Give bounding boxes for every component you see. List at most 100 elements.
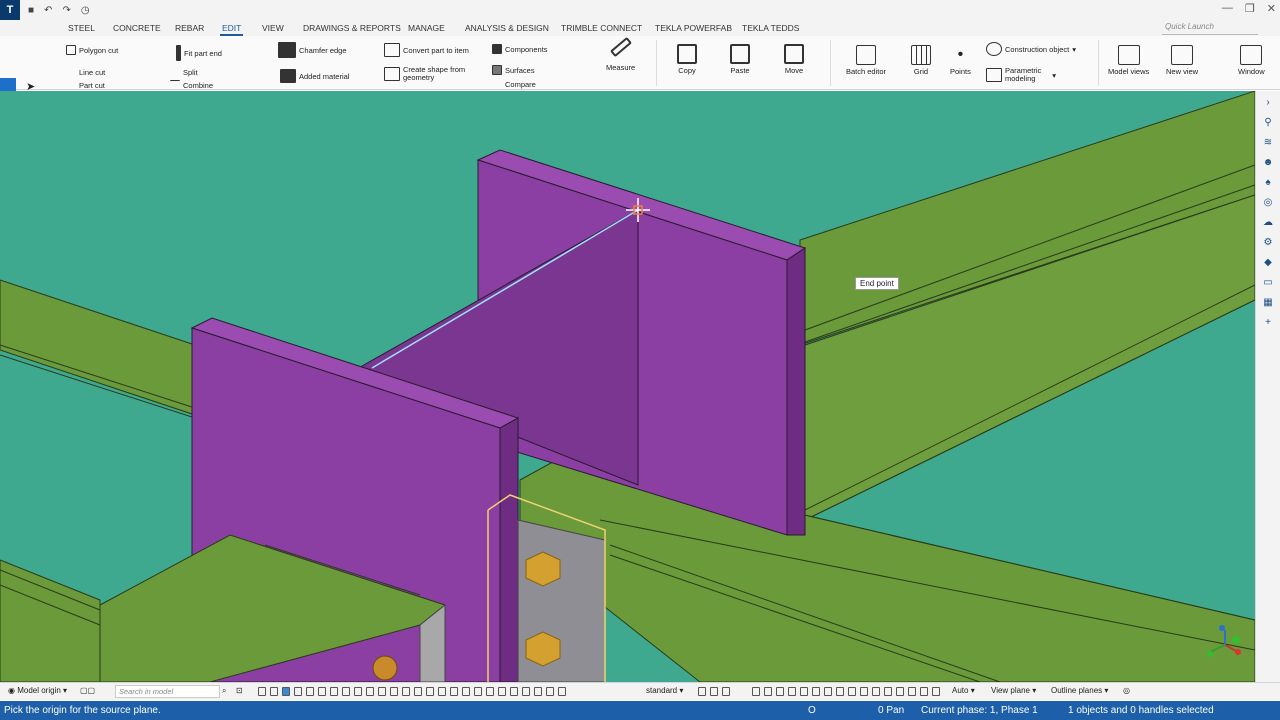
combine-icon (170, 80, 180, 90)
bottom-toolbar: ◉ Model origin ▾ ▢▢ Search in model ⌕ ⊡ … (0, 682, 1280, 700)
part-cut-button[interactable]: Part cut (66, 80, 105, 90)
tekla-logo-icon: T (0, 0, 20, 20)
undo-icon[interactable]: ↶ (44, 5, 52, 16)
create-shape-icon (384, 67, 400, 81)
link-icon[interactable]: ⚲ (1262, 117, 1274, 129)
globe-icon[interactable]: ◎ (1262, 197, 1274, 209)
model-viewport[interactable]: End point (0, 91, 1255, 682)
fit-part-end-icon (176, 45, 181, 61)
construction-object-button[interactable]: Construction object ▾ (986, 42, 1076, 56)
copy-button[interactable]: Copy (677, 44, 697, 75)
window-button[interactable]: Window (1238, 45, 1265, 76)
status-bar: Pick the origin for the source plane. O … (0, 701, 1280, 720)
quick-launch-input[interactable]: Quick Launch (1162, 22, 1258, 35)
status-o-indicator: O (808, 705, 816, 716)
tab-concrete[interactable]: CONCRETE (113, 23, 161, 33)
tab-tekla-powerfab[interactable]: TEKLA POWERFAB (655, 23, 732, 33)
minimize-icon[interactable]: — (1222, 2, 1233, 15)
convert-part-icon (384, 43, 400, 57)
surfaces-icon (492, 65, 502, 75)
view-plane-dropdown[interactable]: View plane ▾ (991, 686, 1036, 695)
surfaces-button[interactable]: Surfaces (492, 65, 535, 75)
grid-panel-icon[interactable]: ▦ (1262, 297, 1274, 309)
users-icon[interactable]: ☻ (1262, 157, 1274, 169)
tab-drawings-reports[interactable]: DRAWINGS & REPORTS (303, 23, 401, 33)
grid-button[interactable]: Grid (911, 45, 931, 76)
tab-edit[interactable]: EDIT (219, 23, 244, 36)
model-views-button[interactable]: Model views (1108, 45, 1149, 76)
tab-trimble-connect[interactable]: TRIMBLE CONNECT (561, 23, 642, 33)
polygon-cut-button[interactable]: Polygon cut (66, 45, 118, 55)
tab-analysis-design[interactable]: ANALYSIS & DESIGN (465, 23, 549, 33)
combine-button[interactable]: Combine (170, 80, 213, 90)
convert-part-button[interactable]: Convert part to item (384, 43, 469, 57)
measure-button[interactable]: Measure (606, 36, 635, 72)
tab-tekla-tedds[interactable]: TEKLA TEDDS (742, 23, 799, 33)
close-icon[interactable]: ✕ (1267, 2, 1276, 15)
model-3d-scene (0, 91, 1255, 682)
right-side-panel: › ⚲ ≋ ☻ ♠ ◎ ☁ ⚙ ◆ ▭ ▦ + (1255, 91, 1280, 682)
settings-icon[interactable]: ⚙ (1262, 237, 1274, 249)
compare-button[interactable]: Compare (492, 79, 536, 89)
beam-left-top (0, 279, 196, 416)
outline-planes-dropdown[interactable]: Outline planes ▾ (1051, 686, 1108, 695)
zoom-search-icon[interactable]: ⊡ (236, 686, 243, 695)
chevron-down-icon: ▾ (1052, 70, 1057, 80)
copy-icon (677, 44, 697, 64)
create-shape-button[interactable]: Create shape from geometry (384, 66, 465, 82)
components-icon (492, 44, 502, 54)
snap-point-switches[interactable] (752, 687, 940, 696)
compare-icon (492, 79, 502, 89)
notification-icon[interactable]: ♠ (1262, 177, 1274, 189)
construction-object-icon (986, 42, 1002, 56)
search-icon[interactable]: ⌕ (222, 686, 226, 696)
status-phase[interactable]: Current phase: 1, Phase 1 (921, 705, 1038, 716)
line-cut-icon (66, 67, 76, 77)
add-icon[interactable]: + (1262, 317, 1274, 329)
added-material-button[interactable]: Added material (280, 69, 349, 83)
search-model-input[interactable]: Search in model (115, 685, 220, 698)
auto-dropdown[interactable]: Auto ▾ (952, 686, 975, 695)
selection-switches[interactable] (258, 687, 566, 696)
layout-toggle-icon[interactable]: ▢▢ (80, 686, 95, 695)
tab-steel[interactable]: STEEL (68, 23, 95, 33)
parametric-modeling-button[interactable]: Parametric modeling ▾ (986, 67, 1056, 83)
history-icon[interactable]: ◷ (81, 5, 90, 16)
bolt-head-icon (525, 551, 561, 587)
snap-switches[interactable] (698, 687, 730, 696)
cube-icon[interactable]: ◆ (1262, 257, 1274, 269)
standard-dropdown[interactable]: standard ▾ (646, 686, 683, 695)
snap-tooltip: End point (855, 277, 899, 290)
tab-rebar[interactable]: REBAR (175, 23, 204, 33)
split-button[interactable]: Split (170, 67, 198, 77)
points-button[interactable]: • Points (950, 45, 971, 76)
layers-icon[interactable]: ≋ (1262, 137, 1274, 149)
model-origin-dropdown[interactable]: ◉ Model origin ▾ (8, 686, 67, 695)
expand-panel-icon[interactable]: › (1262, 97, 1274, 109)
part-cut-icon (66, 80, 76, 90)
tab-view[interactable]: VIEW (262, 23, 284, 33)
redo-icon[interactable]: ↷ (62, 5, 70, 16)
parametric-modeling-icon (986, 68, 1002, 82)
save-icon[interactable]: ■ (28, 5, 34, 16)
menu-bar: STEEL CONCRETE REBAR EDIT VIEW DRAWINGS … (0, 20, 1280, 36)
model-views-icon (1117, 45, 1140, 65)
paste-button[interactable]: Paste (730, 44, 750, 75)
bolt-head-icon (525, 631, 561, 667)
chamfer-edge-button[interactable]: Chamfer edge (278, 42, 347, 58)
tab-manage[interactable]: MANAGE (408, 23, 445, 33)
paste-icon (730, 44, 750, 64)
visibility-icon[interactable]: ◎ (1123, 686, 1130, 695)
fit-part-end-button[interactable]: Fit part end (176, 45, 222, 61)
window-panel-icon[interactable]: ▭ (1262, 277, 1274, 289)
restore-icon[interactable]: ❐ (1245, 2, 1255, 15)
batch-editor-button[interactable]: Batch editor (846, 45, 886, 76)
line-cut-button[interactable]: Line cut (66, 67, 105, 77)
grid-icon (911, 45, 931, 65)
polygon-cut-icon (66, 45, 76, 55)
components-button[interactable]: Components (492, 44, 548, 54)
cloud-icon[interactable]: ☁ (1262, 217, 1274, 229)
move-button[interactable]: Move (784, 44, 804, 75)
new-view-button[interactable]: New view (1166, 45, 1198, 76)
window-icon (1240, 45, 1263, 65)
